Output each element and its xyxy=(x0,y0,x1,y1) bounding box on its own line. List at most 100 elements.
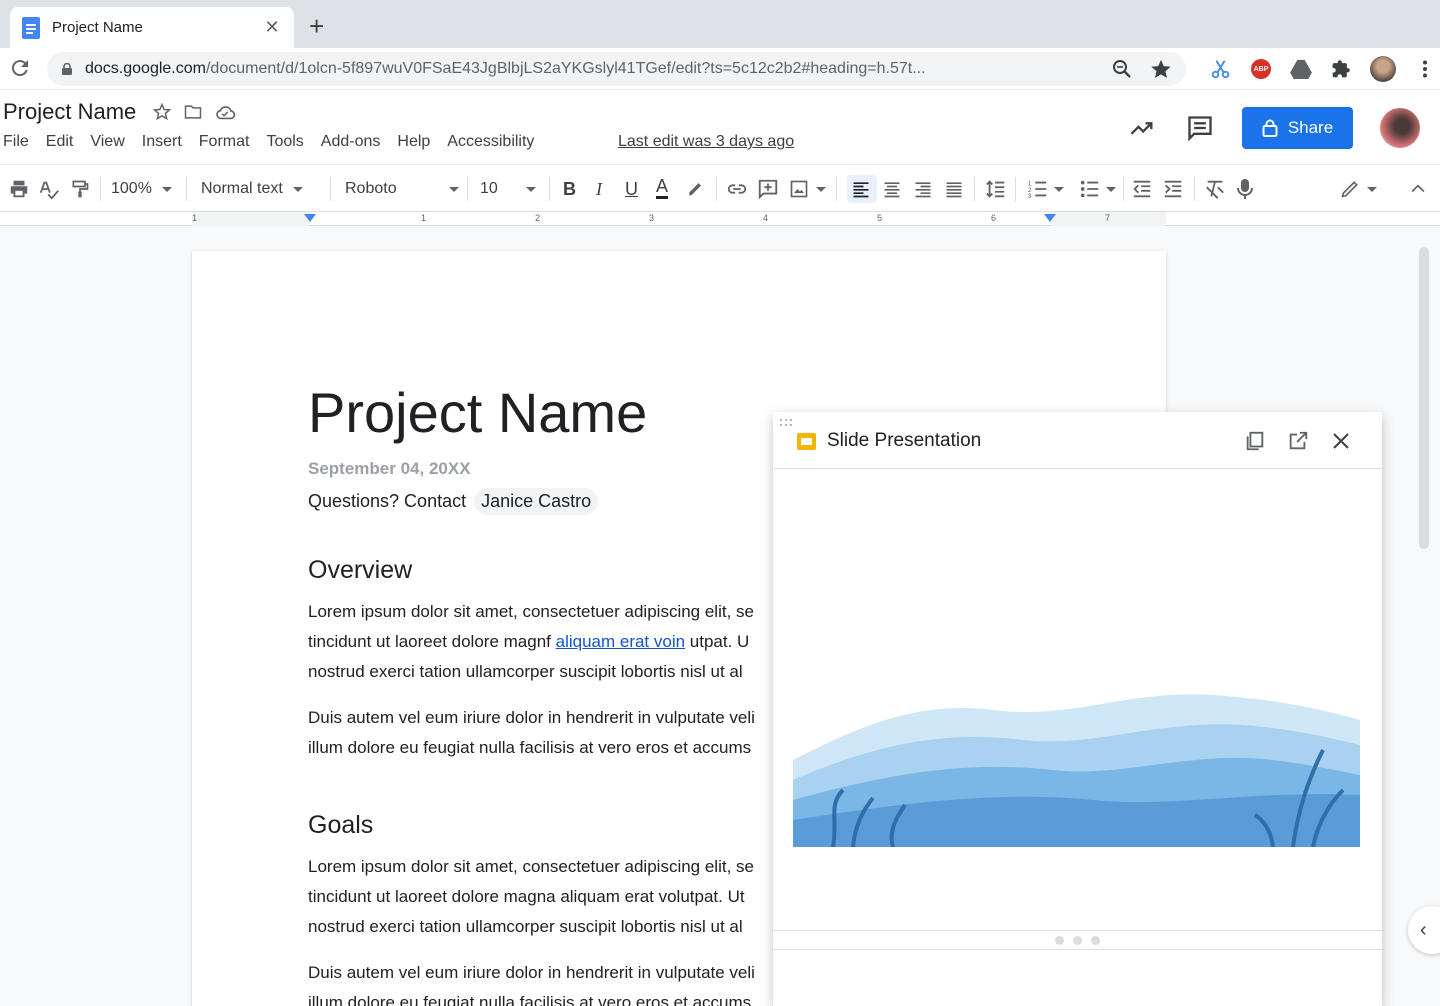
left-indent-marker[interactable] xyxy=(304,214,316,222)
text-line: Duis autem vel eum iriure dolor in hendr… xyxy=(308,963,755,982)
slide-viewport[interactable] xyxy=(773,470,1382,930)
editing-mode-pencil-icon[interactable] xyxy=(1340,177,1360,201)
goals-heading[interactable]: Goals xyxy=(308,811,373,840)
line-spacing-icon[interactable] xyxy=(985,177,1007,201)
scissors-extension-icon[interactable] xyxy=(1210,58,1232,80)
add-comment-icon[interactable] xyxy=(757,177,779,201)
bookmark-star-icon[interactable] xyxy=(1150,58,1172,80)
horizontal-ruler[interactable]: 1 1 2 3 4 5 6 7 xyxy=(0,212,1440,226)
inline-link[interactable]: aliquam erat voin xyxy=(556,632,685,651)
chevron-down-icon[interactable] xyxy=(1054,187,1064,192)
document-heading[interactable]: Project Name xyxy=(308,380,647,445)
align-left-icon[interactable] xyxy=(851,177,871,201)
zoom-select[interactable]: 100% xyxy=(111,177,172,201)
docs-header: Project Name File Edit View Insert Forma… xyxy=(0,90,1440,164)
chevron-down-icon xyxy=(161,186,172,192)
slide-dot[interactable] xyxy=(1055,935,1064,945)
zoom-icon[interactable] xyxy=(1112,59,1132,79)
text-color-icon[interactable]: A xyxy=(656,176,669,199)
drive-extension-icon[interactable] xyxy=(1290,58,1312,80)
move-folder-icon[interactable] xyxy=(183,102,203,122)
print-icon[interactable] xyxy=(8,177,30,201)
chevron-down-icon[interactable] xyxy=(816,187,826,192)
increase-indent-icon[interactable] xyxy=(1162,177,1184,201)
goals-paragraph-2[interactable]: Duis autem vel eum iriure dolor in hendr… xyxy=(308,958,774,1006)
style-select[interactable]: Normal text xyxy=(201,177,303,201)
ruler-number: 1 xyxy=(421,213,427,223)
spellcheck-icon[interactable] xyxy=(38,177,60,201)
insert-link-icon[interactable] xyxy=(726,177,748,201)
overview-paragraph-2[interactable]: Duis autem vel eum iriure dolor in hendr… xyxy=(308,703,774,763)
voice-typing-icon[interactable] xyxy=(1236,177,1254,201)
slides-icon xyxy=(797,433,816,450)
scrollbar-thumb[interactable] xyxy=(1419,247,1429,549)
text-line: illum dolore eu feugiat nulla facilisis … xyxy=(308,993,752,1006)
url-text: docs.google.com/document/d/1olcn-5f897wu… xyxy=(85,60,1112,78)
menu-file[interactable]: File xyxy=(3,133,29,151)
highlight-color-icon[interactable] xyxy=(686,177,706,201)
slide-dot[interactable] xyxy=(1091,935,1100,945)
copy-icon[interactable] xyxy=(1242,428,1268,454)
share-label: Share xyxy=(1287,118,1334,137)
comment-history-icon[interactable] xyxy=(1186,114,1214,142)
chevron-down-icon[interactable] xyxy=(1106,187,1116,192)
browser-tab[interactable]: Project Name ✕ xyxy=(10,7,294,48)
collapse-menus-icon[interactable] xyxy=(1408,177,1428,201)
reload-icon[interactable] xyxy=(8,56,32,80)
font-size-select[interactable]: 10 xyxy=(480,177,536,201)
align-center-icon[interactable] xyxy=(882,177,902,201)
menu-view[interactable]: View xyxy=(90,133,124,151)
menu-edit[interactable]: Edit xyxy=(46,133,74,151)
docs-favicon-icon xyxy=(22,16,40,39)
activity-dashboard-icon[interactable] xyxy=(1128,114,1156,142)
overview-paragraph-1[interactable]: Lorem ipsum dolor sit amet, consectetuer… xyxy=(308,597,774,687)
font-select[interactable]: Roboto xyxy=(345,177,459,201)
new-tab-icon[interactable]: + xyxy=(309,12,324,40)
insert-image-icon[interactable] xyxy=(789,177,809,201)
goals-paragraph-1[interactable]: Lorem ipsum dolor sit amet, consectetuer… xyxy=(308,852,774,942)
document-date[interactable]: September 04, 20XX xyxy=(308,459,471,479)
menu-insert[interactable]: Insert xyxy=(142,133,182,151)
bold-icon[interactable]: B xyxy=(563,177,576,201)
menu-accessibility[interactable]: Accessibility xyxy=(447,133,534,151)
cloud-saved-icon[interactable] xyxy=(214,102,236,122)
contact-line[interactable]: Questions? Contact Janice Castro xyxy=(308,488,599,515)
right-indent-marker[interactable] xyxy=(1044,214,1056,222)
share-button[interactable]: Share xyxy=(1242,107,1353,149)
align-right-icon[interactable] xyxy=(913,177,933,201)
clear-formatting-icon[interactable] xyxy=(1204,177,1226,201)
adblock-extension-icon[interactable]: ABP xyxy=(1250,58,1272,80)
numbered-list-icon[interactable]: 123 xyxy=(1027,177,1049,201)
close-icon[interactable] xyxy=(1328,428,1354,454)
align-justify-icon[interactable] xyxy=(944,177,964,201)
overview-heading[interactable]: Overview xyxy=(308,556,412,585)
bulleted-list-icon[interactable] xyxy=(1079,177,1101,201)
browser-profile-avatar[interactable] xyxy=(1370,56,1396,82)
italic-icon[interactable]: I xyxy=(596,177,602,201)
open-in-new-icon[interactable] xyxy=(1285,428,1311,454)
menu-help[interactable]: Help xyxy=(397,133,430,151)
chevron-down-icon[interactable] xyxy=(1367,187,1377,192)
slide-dot[interactable] xyxy=(1073,935,1082,945)
ruler-number: 1 xyxy=(192,213,198,223)
address-bar[interactable]: docs.google.com/document/d/1olcn-5f897wu… xyxy=(47,52,1186,86)
last-edit-link[interactable]: Last edit was 3 days ago xyxy=(618,133,794,151)
paint-format-icon[interactable] xyxy=(70,177,90,201)
document-title[interactable]: Project Name xyxy=(3,99,136,125)
decrease-indent-icon[interactable] xyxy=(1131,177,1153,201)
text-line: nostrud exerci tation ullamcorper suscip… xyxy=(308,917,743,936)
underline-icon[interactable]: U xyxy=(625,177,638,201)
person-chip[interactable]: Janice Castro xyxy=(474,488,599,515)
browser-menu-icon[interactable] xyxy=(1414,58,1436,80)
panel-header: Slide Presentation xyxy=(773,412,1382,469)
account-avatar[interactable] xyxy=(1380,108,1420,148)
menu-addons[interactable]: Add-ons xyxy=(321,133,381,151)
ruler-number: 5 xyxy=(877,213,883,223)
star-icon[interactable] xyxy=(152,102,172,122)
menu-format[interactable]: Format xyxy=(199,133,250,151)
tab-close-icon[interactable]: ✕ xyxy=(262,17,282,38)
extensions-puzzle-icon[interactable] xyxy=(1330,58,1352,80)
menu-tools[interactable]: Tools xyxy=(266,133,303,151)
formatting-toolbar: 100% Normal text Roboto 10 B I U A 123 xyxy=(0,164,1440,212)
chevron-down-icon xyxy=(292,186,303,192)
